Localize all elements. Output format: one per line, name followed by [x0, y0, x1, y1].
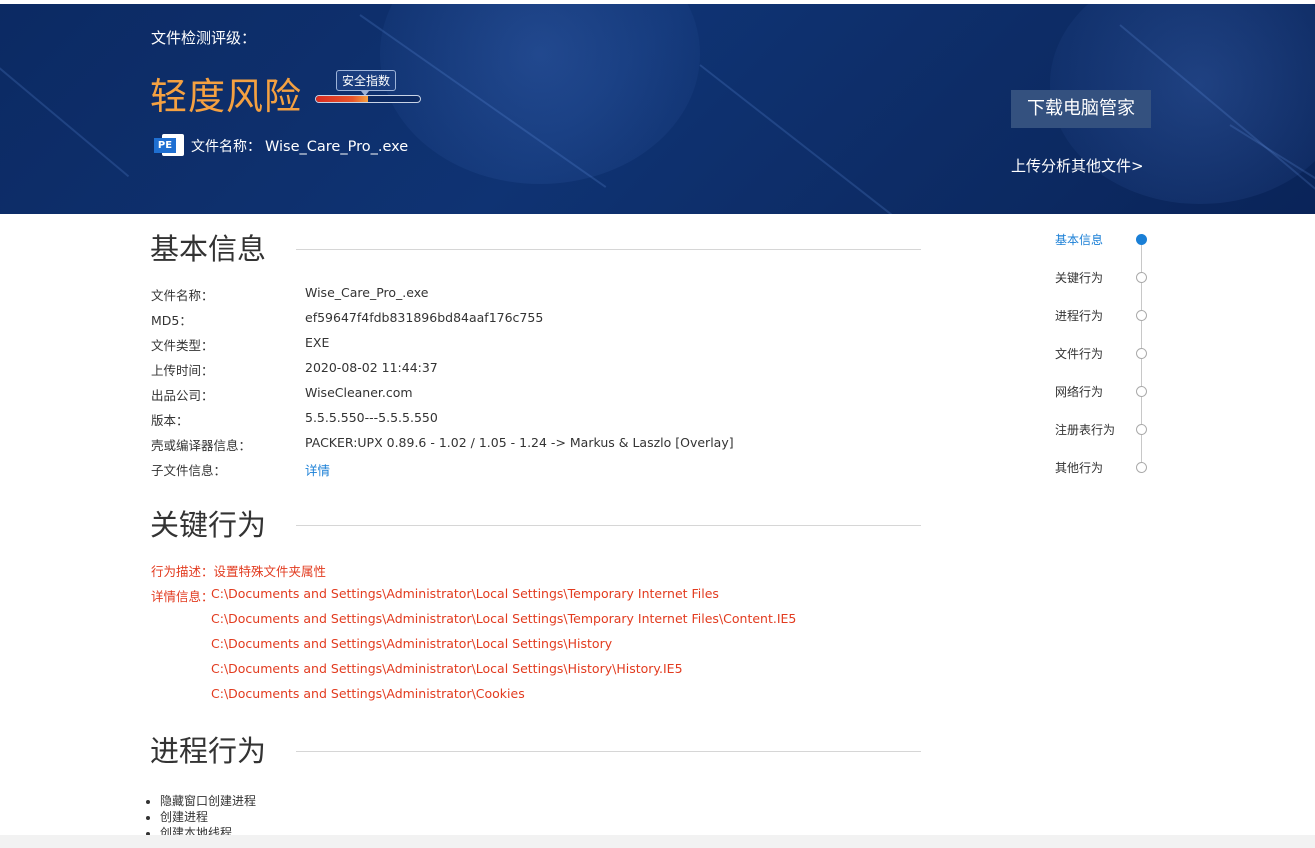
section-divider: [296, 249, 921, 250]
pe-file-icon: PE: [154, 134, 184, 156]
info-key: 文件类型：: [151, 338, 214, 353]
behavior-description-value: 设置特殊文件夹属性: [213, 564, 327, 579]
upload-other-file-link[interactable]: 上传分析其他文件>: [1011, 155, 1144, 176]
info-value: WiseCleaner.com: [305, 385, 413, 400]
behavior-detail-path: C:\Documents and Settings\Administrator\…: [211, 661, 683, 676]
info-key: MD5：: [151, 313, 192, 328]
info-value: EXE: [305, 335, 330, 350]
side-nav-item-process-behavior[interactable]: 进程行为: [1055, 307, 1103, 324]
download-pc-manager-button[interactable]: 下载电脑管家: [1011, 90, 1151, 128]
subfile-details-link[interactable]: 详情: [305, 460, 330, 479]
side-nav-dot[interactable]: [1136, 386, 1147, 397]
risk-level: 轻度风险: [150, 75, 302, 118]
info-key: 出品公司：: [151, 388, 214, 403]
info-key: 子文件信息：: [151, 463, 227, 478]
safety-index-tooltip: 安全指数: [336, 70, 397, 96]
header-file-name: 文件名称： Wise_Care_Pro_.exe: [191, 136, 408, 156]
header-file-name-label: 文件名称：: [191, 139, 261, 155]
behavior-detail-path: C:\Documents and Settings\Administrator\…: [211, 611, 797, 626]
section-title-process-behavior: 进程行为: [150, 734, 267, 768]
process-behavior-list: 隐藏窗口创建进程 创建进程 创建本地线程: [145, 793, 256, 841]
list-item: 创建进程: [160, 809, 256, 825]
info-value: 5.5.5.550---5.5.5.550: [305, 410, 438, 425]
info-key: 壳或编译器信息：: [151, 438, 252, 453]
safety-index-fill: [316, 96, 368, 102]
info-value: ef59647f4fdb831896bd84aaf176c755: [305, 310, 544, 325]
behavior-detail-path: C:\Documents and Settings\Administrator\…: [211, 586, 719, 601]
side-nav-dot[interactable]: [1136, 310, 1147, 321]
behavior-description-label: 行为描述：: [151, 564, 214, 579]
side-nav-item-network-behavior[interactable]: 网络行为: [1055, 383, 1103, 400]
side-nav-dot[interactable]: [1136, 348, 1147, 359]
side-nav-dot[interactable]: [1136, 272, 1147, 283]
behavior-detail-path: C:\Documents and Settings\Administrator\…: [211, 636, 613, 651]
info-value: PACKER:UPX 0.89.6 - 1.02 / 1.05 - 1.24 -…: [305, 435, 734, 450]
side-nav-dot[interactable]: [1136, 234, 1147, 245]
info-key: 上传时间：: [151, 363, 214, 378]
side-nav-item-basic-info[interactable]: 基本信息: [1055, 231, 1103, 248]
side-nav-item-other-behavior[interactable]: 其他行为: [1055, 459, 1103, 476]
info-key: 版本：: [151, 413, 189, 428]
rating-label: 文件检测评级：: [151, 29, 257, 47]
section-title-key-behavior: 关键行为: [150, 508, 267, 542]
side-nav-dot[interactable]: [1136, 462, 1147, 473]
safety-index-bar: [315, 95, 421, 103]
info-value: 2020-08-02 11:44:37: [305, 360, 438, 375]
side-nav-item-key-behavior[interactable]: 关键行为: [1055, 269, 1103, 286]
horizontal-scrollbar[interactable]: [0, 835, 1315, 848]
section-divider: [296, 751, 921, 752]
behavior-description: 行为描述：设置特殊文件夹属性: [151, 561, 326, 580]
side-nav-item-registry-behavior[interactable]: 注册表行为: [1055, 421, 1115, 438]
behavior-detail-label: 详情信息：: [151, 589, 214, 604]
behavior-detail-path: C:\Documents and Settings\Administrator\…: [211, 686, 525, 701]
section-divider: [296, 525, 921, 526]
info-value: Wise_Care_Pro_.exe: [305, 285, 429, 300]
side-nav-item-file-behavior[interactable]: 文件行为: [1055, 345, 1103, 362]
section-title-basic-info: 基本信息: [150, 232, 267, 266]
side-nav-dot[interactable]: [1136, 424, 1147, 435]
list-item: 隐藏窗口创建进程: [160, 793, 256, 809]
header-file-name-value: Wise_Care_Pro_.exe: [265, 139, 409, 155]
info-key: 文件名称：: [151, 288, 214, 303]
